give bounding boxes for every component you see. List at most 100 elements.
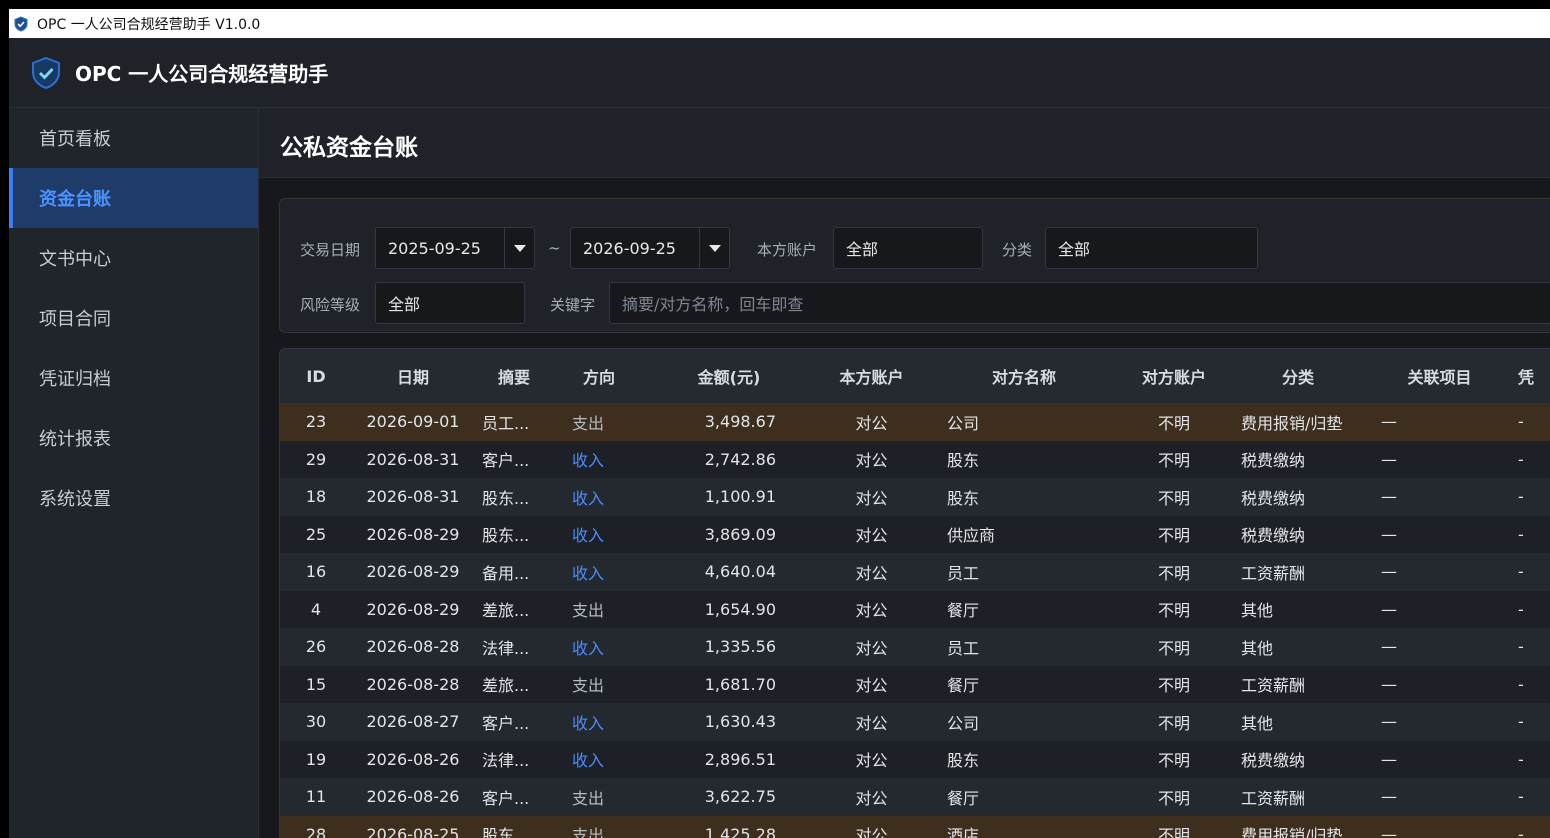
cell-counterparty: 酒店 xyxy=(947,826,980,838)
column-header-summary[interactable]: 摘要 xyxy=(474,349,554,403)
table-row[interactable]: 19 2026-08-26 法律... 收入 2,896.51 对公 股东 不明 税费缴纳 — - xyxy=(280,740,1550,778)
cell-category: 其他 xyxy=(1241,638,1274,658)
table-row[interactable]: 25 2026-08-29 股东... 收入 3,869.09 对公 供应商 不明 税费缴纳 — - xyxy=(280,515,1550,553)
cell-amount: 2,896.51 xyxy=(704,749,776,769)
date-from-picker[interactable]: 2025-09-25 xyxy=(375,227,535,269)
cell-counterparty: 公司 xyxy=(947,413,980,433)
cell-voucher: - xyxy=(1518,562,1524,582)
table-row[interactable]: 4 2026-08-29 差旅... 支出 1,654.90 对公 餐厅 不明 其他 — - xyxy=(280,590,1550,628)
cell-date: 2026-08-28 xyxy=(366,637,460,657)
cell-account: 对公 xyxy=(855,413,888,433)
cell-project: — xyxy=(1381,412,1397,432)
column-header-id[interactable]: ID xyxy=(280,349,352,403)
sidebar-item-contracts[interactable]: 项目合同 xyxy=(9,288,258,348)
cell-amount: 4,640.04 xyxy=(704,562,776,582)
date-from-value: 2025-09-25 xyxy=(388,238,481,258)
cell-category: 工资薪酬 xyxy=(1241,563,1306,583)
sidebar-item-dashboard[interactable]: 首页看板 xyxy=(9,108,258,168)
ledger-table: ID 日期 摘要 方向 金额(元) 本方账户 对方名称 对方账户 分类 关联项目… xyxy=(279,348,1550,838)
table-row[interactable]: 23 2026-09-01 员工... 支出 3,498.67 对公 公司 不明 费用报销/归垫… xyxy=(280,403,1550,441)
cell-id: 19 xyxy=(305,749,327,769)
table-row[interactable]: 15 2026-08-28 差旅... 支出 1,681.70 对公 餐厅 不明 工资薪酬 — - xyxy=(280,665,1550,703)
cell-project: — xyxy=(1381,824,1397,838)
page-header: 公私资金台账 xyxy=(259,108,1550,178)
keyword-input[interactable]: 摘要/对方名称，回车即查 xyxy=(609,282,1550,324)
cell-id: 16 xyxy=(305,562,327,582)
cell-counterparty-account: 不明 xyxy=(1157,676,1190,696)
account-select-value: 全部 xyxy=(846,240,879,259)
cell-summary: 股东... xyxy=(482,826,530,838)
table-row[interactable]: 11 2026-08-26 客户... 支出 3,622.75 对公 餐厅 不明 工资薪酬 — - xyxy=(280,778,1550,816)
cell-date: 2026-08-26 xyxy=(366,749,460,769)
column-header-account[interactable]: 本方账户 xyxy=(814,349,929,403)
cell-counterparty-account: 不明 xyxy=(1157,826,1190,838)
column-header-project[interactable]: 关联项目 xyxy=(1367,349,1512,403)
window-title: OPC 一人公司合规经营助手 V1.0.0 xyxy=(37,16,261,33)
date-to-dropdown-button[interactable] xyxy=(699,228,729,268)
cell-counterparty: 股东 xyxy=(947,451,980,471)
filter-panel: 交易日期 2025-09-25 ~ 2026-09-25 本方账户 全部 分类 … xyxy=(279,198,1550,333)
cell-id: 30 xyxy=(305,712,327,732)
sidebar-item-reports[interactable]: 统计报表 xyxy=(9,408,258,468)
cell-project: — xyxy=(1381,674,1397,694)
cell-amount: 1,630.43 xyxy=(704,712,776,732)
cell-id: 4 xyxy=(310,599,322,619)
sidebar-item-vouchers[interactable]: 凭证归档 xyxy=(9,348,258,408)
column-header-counterparty[interactable]: 对方名称 xyxy=(929,349,1119,403)
cell-project: — xyxy=(1381,637,1397,657)
category-select-value: 全部 xyxy=(1058,240,1091,259)
table-row[interactable]: 29 2026-08-31 客户... 收入 2,742.86 对公 股东 不明 税费缴纳 — - xyxy=(280,440,1550,478)
cell-date: 2026-08-27 xyxy=(366,712,460,732)
column-header-category[interactable]: 分类 xyxy=(1229,349,1367,403)
cell-amount: 1,100.91 xyxy=(704,487,776,507)
cell-category: 税费缴纳 xyxy=(1241,526,1306,546)
date-from-dropdown-button[interactable] xyxy=(504,228,534,268)
cell-account: 对公 xyxy=(855,451,888,471)
cell-summary: 客户... xyxy=(482,451,530,471)
category-select[interactable]: 全部 xyxy=(1045,227,1258,269)
cell-category: 税费缴纳 xyxy=(1241,488,1306,508)
cell-category: 费用报销/归垫 xyxy=(1241,413,1343,433)
cell-counterparty-account: 不明 xyxy=(1157,788,1190,808)
table-row[interactable]: 26 2026-08-28 法律... 收入 1,335.56 对公 员工 不明 其他 — - xyxy=(280,628,1550,666)
cell-amount: 1,681.70 xyxy=(704,674,776,694)
shield-check-icon xyxy=(14,15,28,32)
risk-select[interactable]: 全部 xyxy=(375,282,525,324)
column-header-direction[interactable]: 方向 xyxy=(554,349,644,403)
cell-amount: 3,498.67 xyxy=(704,412,776,432)
cell-voucher: - xyxy=(1518,712,1524,732)
table-row[interactable]: 16 2026-08-29 备用... 收入 4,640.04 对公 员工 不明 工资薪酬 — - xyxy=(280,553,1550,591)
account-select[interactable]: 全部 xyxy=(833,227,983,269)
cell-counterparty: 餐厅 xyxy=(947,601,980,621)
cell-counterparty-account: 不明 xyxy=(1157,413,1190,433)
cell-date: 2026-08-29 xyxy=(366,524,460,544)
cell-id: 29 xyxy=(305,449,327,469)
cell-date: 2026-08-31 xyxy=(366,449,460,469)
date-to-picker[interactable]: 2026-09-25 xyxy=(570,227,730,269)
sidebar-item-fund-ledger[interactable]: 资金台账 xyxy=(9,168,258,228)
cell-category: 其他 xyxy=(1241,601,1274,621)
cell-category: 税费缴纳 xyxy=(1241,451,1306,471)
cell-direction: 支出 xyxy=(572,826,605,838)
sidebar-item-documents[interactable]: 文书中心 xyxy=(9,228,258,288)
cell-summary: 员工... xyxy=(482,413,530,433)
cell-counterparty: 餐厅 xyxy=(947,788,980,808)
cell-account: 对公 xyxy=(855,788,888,808)
app-name: OPC 一人公司合规经营助手 xyxy=(75,62,329,86)
table-row[interactable]: 28 2026-08-25 股东... 支出 1,425.28 对公 酒店 不明 费用报销/归垫… xyxy=(280,815,1550,838)
column-header-counterparty-account[interactable]: 对方账户 xyxy=(1119,349,1229,403)
cell-account: 对公 xyxy=(855,826,888,838)
table-row[interactable]: 30 2026-08-27 客户... 收入 1,630.43 对公 公司 不明 其他 — - xyxy=(280,703,1550,741)
table-row[interactable]: 18 2026-08-31 股东... 收入 1,100.91 对公 股东 不明 税费缴纳 — - xyxy=(280,478,1550,516)
column-header-date[interactable]: 日期 xyxy=(352,349,474,403)
cell-summary: 差旅... xyxy=(482,676,530,696)
cell-date: 2026-08-29 xyxy=(366,562,460,582)
cell-id: 28 xyxy=(305,824,327,838)
cell-date: 2026-09-01 xyxy=(366,412,460,432)
sidebar-item-settings[interactable]: 系统设置 xyxy=(9,468,258,528)
cell-voucher: - xyxy=(1518,637,1524,657)
column-header-amount[interactable]: 金额(元) xyxy=(644,349,814,403)
column-header-voucher[interactable]: 凭 xyxy=(1512,349,1550,403)
cell-category: 工资薪酬 xyxy=(1241,676,1306,696)
cell-category: 费用报销/归垫 xyxy=(1241,826,1343,838)
